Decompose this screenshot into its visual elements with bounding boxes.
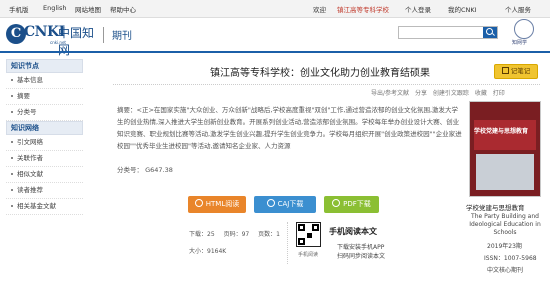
search-icon	[486, 28, 493, 35]
article-tools: 导出/参考文献 分享 创建引文跟踪 收藏 打印	[367, 88, 505, 97]
my-cnki-link[interactable]: 我的CNKI	[448, 4, 477, 14]
journal-name-en: The Party Building and Ideological Educa…	[469, 213, 541, 236]
tool-export[interactable]: 导出/参考文献	[371, 90, 409, 97]
institution-name[interactable]: 镇江高等专科学校	[337, 4, 389, 14]
sidebar-item-classification[interactable]: 分类号	[6, 105, 83, 121]
html-read-button[interactable]: HTML阅读	[188, 196, 246, 213]
login-link[interactable]: 个人登录	[405, 4, 431, 14]
logo-c-icon: C	[6, 24, 26, 44]
sidebar: 知识节点 基本信息 摘要 分类号 知识网络 引文网络 关联作者 相似文献 读者推…	[6, 59, 83, 215]
journal-core-badge: 中文核心期刊	[487, 267, 524, 274]
emblem-text: 知网学	[512, 40, 528, 46]
article-title: 镇江高等专科学校：创业文化助力创业教育结硕果	[210, 68, 430, 79]
journal-issue[interactable]: 2019年23期	[487, 241, 522, 250]
cover-image	[476, 154, 534, 190]
sidebar-item-abstract[interactable]: 摘要	[6, 89, 83, 105]
cover-title: 学校党建与思想教育	[474, 128, 529, 135]
note-icon	[501, 67, 509, 74]
cover-band	[474, 120, 536, 150]
welcome-text: 欢迎	[313, 6, 326, 14]
qr-code-icon	[296, 222, 321, 247]
mobile-read-title: 手机阅读本文	[329, 227, 377, 236]
download-stats: 下载：25 页码：97 页数：1	[189, 229, 287, 238]
sidebar-item-related-authors[interactable]: 关联作者	[6, 151, 83, 167]
caj-download-button[interactable]: CAJ下载	[254, 196, 316, 213]
html-button-label: HTML阅读	[205, 200, 240, 208]
tool-favorite[interactable]: 收藏	[475, 90, 487, 97]
sidebar-item-basic-info[interactable]: 基本信息	[6, 73, 83, 89]
journal-cover[interactable]: 学校党建与思想教育	[469, 101, 541, 197]
note-button-label: 记笔记	[510, 67, 531, 75]
header: C CNKI 中国知网 cnki.net 期刊 知网学	[0, 18, 550, 57]
header-underline	[0, 51, 550, 53]
file-size: 大小：9164K	[189, 248, 227, 255]
qr-caption: 手机阅读	[298, 252, 319, 258]
search-box[interactable]	[398, 26, 498, 39]
logo-sub: cnki.net	[50, 40, 66, 45]
html-icon	[194, 199, 203, 207]
sidebar-item-reader-recommend[interactable]: 读者推荐	[6, 183, 83, 199]
section-title[interactable]: 期刊	[112, 27, 132, 42]
search-button[interactable]	[483, 27, 497, 38]
qr-divider	[287, 222, 288, 264]
sidebar-heading-knowledge-node: 知识节点	[6, 59, 83, 73]
mobile-link[interactable]: 手机版	[9, 4, 29, 14]
journal-name[interactable]: 学校党建与思想教育	[466, 202, 525, 212]
sidebar-heading-knowledge-network: 知识网络	[6, 121, 83, 135]
note-button[interactable]: 记笔记	[494, 64, 538, 79]
caj-button-label: CAJ下载	[277, 200, 304, 208]
page-count: 页数：1	[258, 231, 280, 238]
tool-citation-track[interactable]: 创建引文跟踪	[433, 90, 469, 97]
mobile-read-line2: 扫码同步阅读本文	[337, 253, 386, 260]
classification-number: 分类号： G647.38	[117, 166, 173, 174]
mobile-read-line1: 下载安装手机APP	[337, 244, 385, 251]
abstract-text: 摘要：<正>在国家实施"大众创业、万众创新"战略后,学校高度重视"双创"工作,通…	[117, 106, 462, 150]
page-number: 页码：97	[223, 231, 250, 238]
help-link[interactable]: 帮助中心	[110, 4, 136, 14]
pdf-download-button[interactable]: PDF下载	[324, 196, 379, 213]
sidebar-item-citation-network[interactable]: 引文网络	[6, 135, 83, 151]
cnki-logo[interactable]: C CNKI 中国知网 cnki.net	[6, 20, 98, 57]
download-count: 下载：25	[189, 231, 215, 238]
title-divider	[113, 84, 540, 85]
pdf-button-label: PDF下载	[343, 200, 371, 208]
pdf-icon	[332, 199, 341, 207]
english-link[interactable]: English	[43, 4, 66, 12]
emblem-icon	[514, 19, 534, 39]
top-bar: 手机版 English 网站地图 帮助中心 欢迎 镇江高等专科学校 个人登录 我…	[0, 0, 550, 18]
tool-share[interactable]: 分享	[415, 90, 427, 97]
sitemap-link[interactable]: 网站地图	[75, 4, 101, 14]
journal-issn: ISSN：1007-5968	[484, 255, 537, 262]
tool-print[interactable]: 打印	[493, 90, 505, 97]
personal-service-link[interactable]: 个人服务	[505, 4, 531, 14]
sidebar-item-similar-literature[interactable]: 相似文献	[6, 167, 83, 183]
emblem-logo: 知网学	[508, 19, 538, 49]
header-divider	[103, 27, 104, 43]
sidebar-item-related-fund[interactable]: 相关基金文献	[6, 199, 83, 215]
download-icon	[266, 199, 275, 207]
